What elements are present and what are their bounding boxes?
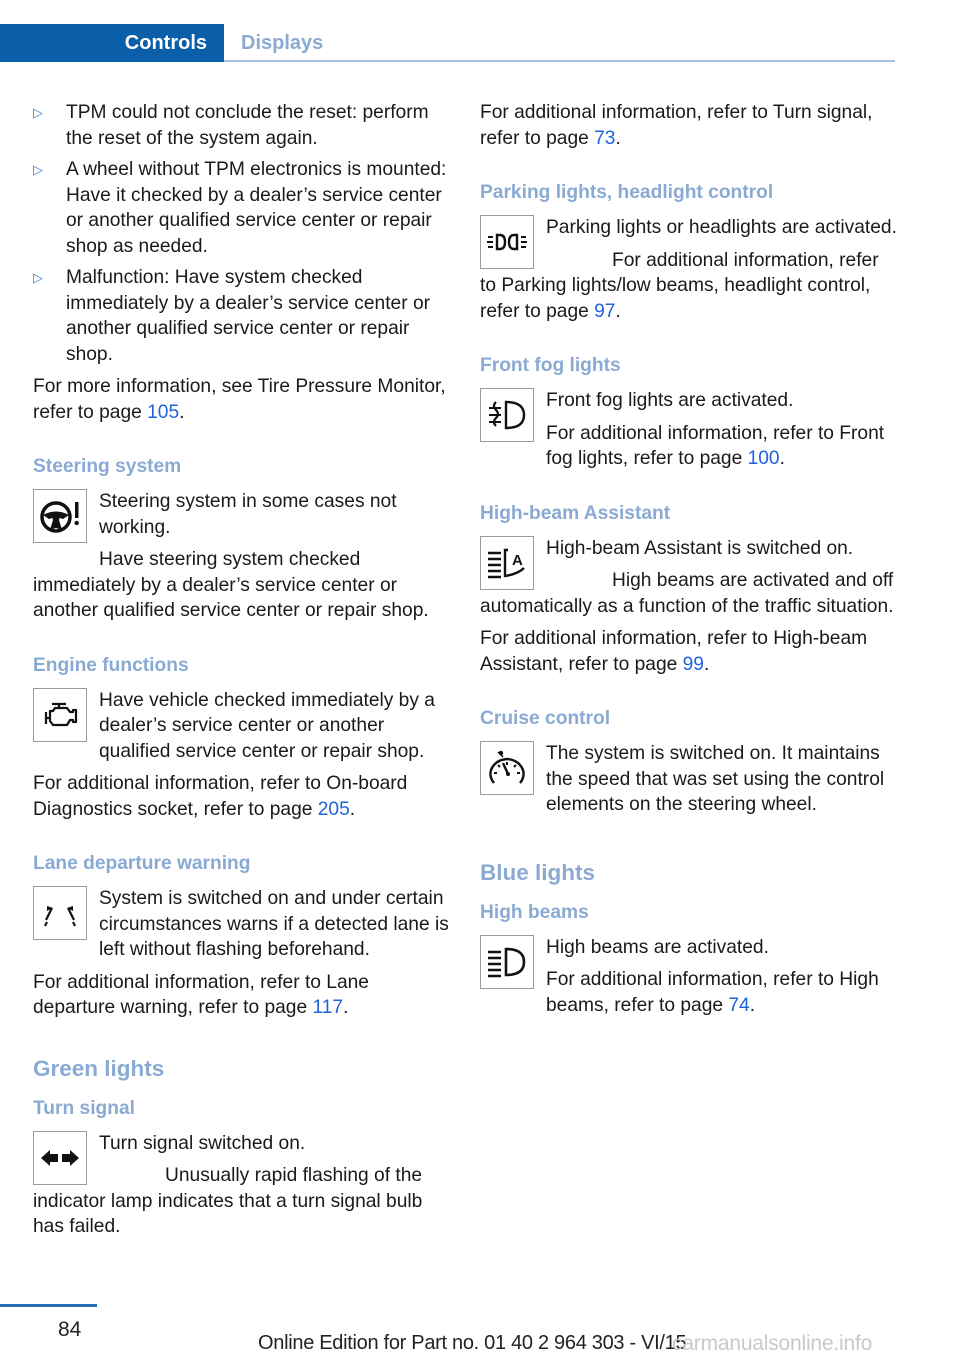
section-heading-steering: Steering system — [33, 456, 182, 477]
high-beams-icon — [480, 934, 534, 989]
list-item: ▷ Malfunction: Have system checked immedi… — [33, 267, 431, 365]
page-link[interactable]: 100 — [748, 448, 780, 469]
front-fog-lights-icon — [480, 388, 534, 442]
page-link[interactable]: 74 — [728, 995, 749, 1016]
left-column: ▷ TPM could not conclude the reset: perfo… — [33, 100, 451, 1247]
section-heading-engine: Engine functions — [33, 654, 189, 676]
turn-signal-reference: For additional information, refer to Tur… — [480, 102, 873, 149]
high-beam-assistant-icon: A — [480, 535, 534, 590]
bullet-triangle-icon: ▷ — [33, 270, 43, 285]
section-heading-high-beams: High beams — [480, 901, 589, 923]
section-heading-cruise: Cruise control — [480, 708, 611, 729]
high-beams-reference: For additional information, refer to Hig… — [546, 969, 879, 1016]
hba-entry: A High-beam Assistant is switched on. Hi… — [480, 535, 898, 678]
page-link[interactable]: 97 — [594, 301, 615, 322]
svg-text:A: A — [512, 552, 523, 569]
steering-warning-icon — [33, 489, 87, 543]
bullet-triangle-icon: ▷ — [33, 162, 43, 177]
section-heading-turn-signal: Turn signal — [33, 1097, 135, 1119]
list-item: ▷ A wheel without TPM electronics is moun… — [33, 159, 447, 257]
section-heading-blue-lights: Blue lights — [480, 859, 596, 885]
page-number: 84 — [58, 1318, 82, 1341]
lane-entry: System is switched on and under certain … — [33, 886, 451, 1021]
edition-text: Online Edition for Part no. 01 40 2 964 … — [258, 1332, 687, 1354]
page-link[interactable]: 205 — [318, 799, 350, 820]
hba-reference: For additional information, refer to Hig… — [480, 628, 868, 675]
high-beams-entry: High beams are activated. For additional… — [480, 934, 898, 1019]
parking-entry: Parking lights or headlights are activat… — [480, 215, 898, 324]
right-column: For additional information, refer to Tur… — [480, 100, 898, 1025]
parking-reference: For additional information, refer to Par… — [480, 249, 879, 322]
list-item: ▷ TPM could not conclude the reset: perfo… — [33, 102, 429, 149]
fog-reference: For additional information, refer to Fro… — [546, 422, 885, 470]
tab-displays[interactable]: Displays — [241, 24, 323, 62]
cruise-control-icon — [480, 741, 534, 795]
turn-signal-icon — [33, 1130, 87, 1185]
tpm-bullet-list: ▷ TPM could not conclude the reset: perfo… — [33, 100, 451, 367]
watermark: carmanualsonline.info — [672, 1332, 873, 1355]
lane-reference: For additional information, refer to Lan… — [33, 971, 369, 1019]
page-link[interactable]: 73 — [594, 128, 615, 149]
chapter-header: Controls Displays — [0, 24, 895, 62]
header-divider — [224, 60, 895, 62]
tpm-reference: For more information, see Tire Pressure … — [33, 376, 446, 423]
tab-controls[interactable]: Controls — [0, 24, 224, 62]
engine-reference: For additional information, refer to On-… — [33, 773, 408, 820]
parking-lights-icon — [480, 215, 534, 269]
page-link[interactable]: 99 — [683, 654, 704, 675]
fog-entry: Front fog lights are activated. For addi… — [480, 388, 898, 472]
turn-signal-entry: Turn signal switched on. Unusually rapid… — [33, 1130, 423, 1237]
section-heading-fog: Front fog lights — [480, 355, 621, 376]
section-heading-hba: High-beam Assistant — [480, 502, 671, 524]
bullet-triangle-icon: ▷ — [33, 105, 43, 120]
footer-divider — [0, 1304, 97, 1307]
lane-departure-icon — [33, 886, 87, 940]
section-heading-parking: Parking lights, headlight control — [480, 182, 774, 203]
engine-entry: Have vehicle checked immediately by a de… — [33, 687, 451, 823]
steering-entry: Steering system in some cases not workin… — [33, 489, 429, 621]
check-engine-icon — [33, 687, 87, 742]
page-link[interactable]: 105 — [147, 402, 179, 423]
page-link[interactable]: 117 — [312, 997, 343, 1018]
section-heading-lane: Lane departure warning — [33, 853, 251, 874]
cruise-entry: The system is switched on. It maintains … — [480, 741, 898, 825]
section-heading-green-lights: Green lights — [33, 1055, 165, 1081]
